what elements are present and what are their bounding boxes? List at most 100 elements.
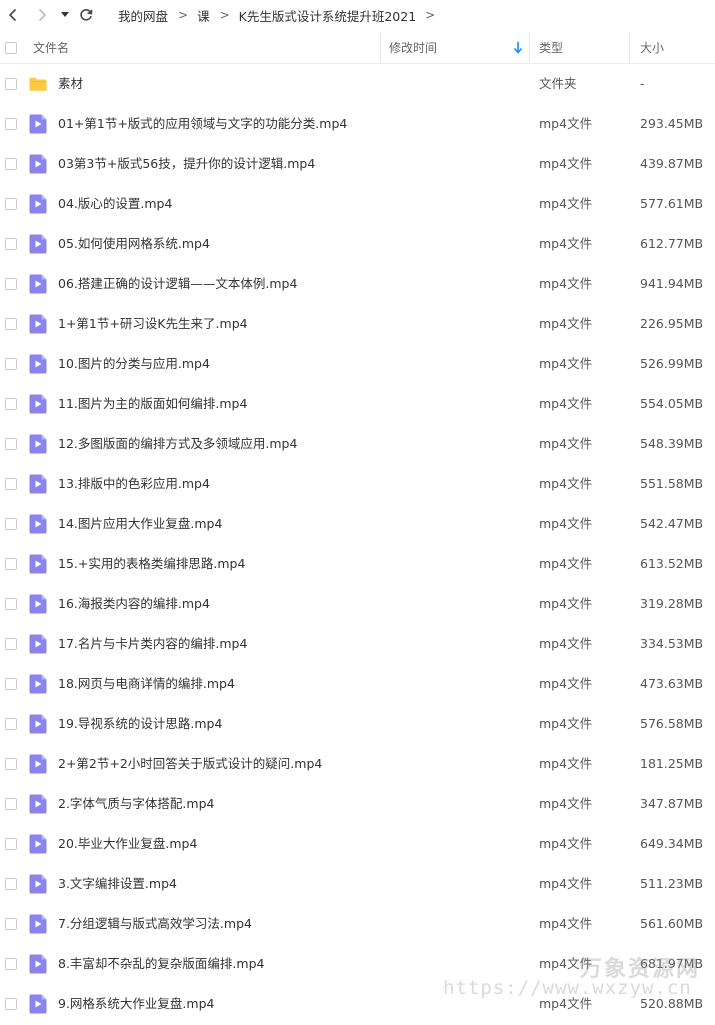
file-name[interactable]: 03第3节+版式56技，提升你的设计逻辑.mp4 bbox=[58, 144, 315, 184]
row-checkbox[interactable] bbox=[5, 198, 17, 210]
breadcrumb-item-current-folder[interactable]: K先生版式设计系统提升班2021 bbox=[239, 6, 417, 25]
row-checkbox[interactable] bbox=[5, 358, 17, 370]
file-row[interactable]: 03第3节+版式56技，提升你的设计逻辑.mp4 mp4文件 439.87MB bbox=[0, 144, 715, 184]
file-name[interactable]: 05.如何使用网格系统.mp4 bbox=[58, 224, 210, 264]
file-name[interactable]: 14.图片应用大作业复盘.mp4 bbox=[58, 504, 222, 544]
column-header-type[interactable]: 类型 bbox=[539, 33, 563, 63]
file-row[interactable]: 素材 文件夹 - bbox=[0, 64, 715, 104]
file-row[interactable]: 12.多图版面的编排方式及多领域应用.mp4 mp4文件 548.39MB bbox=[0, 424, 715, 464]
file-type: mp4文件 bbox=[539, 636, 593, 651]
file-name[interactable]: 10.图片的分类与应用.mp4 bbox=[58, 344, 210, 384]
file-row[interactable]: 2+第2节+2小时回答关于版式设计的疑问.mp4 mp4文件 181.25MB bbox=[0, 744, 715, 784]
file-row[interactable]: 06.搭建正确的设计逻辑——文本体例.mp4 mp4文件 941.94MB bbox=[0, 264, 715, 304]
row-checkbox[interactable] bbox=[5, 598, 17, 610]
file-row[interactable]: 01+第1节+版式的应用领域与文字的功能分类.mp4 mp4文件 293.45MB bbox=[0, 104, 715, 144]
column-divider[interactable] bbox=[629, 33, 630, 63]
video-file-icon bbox=[29, 474, 47, 494]
file-name[interactable]: 2.字体气质与字体搭配.mp4 bbox=[58, 784, 214, 824]
file-name[interactable]: 20.毕业大作业复盘.mp4 bbox=[58, 824, 197, 864]
column-divider[interactable] bbox=[529, 33, 530, 63]
file-row[interactable]: 17.名片与卡片类内容的编排.mp4 mp4文件 334.53MB bbox=[0, 624, 715, 664]
file-size: 577.61MB bbox=[640, 196, 704, 211]
file-row[interactable]: 3.文字编排设置.mp4 mp4文件 511.23MB bbox=[0, 864, 715, 904]
breadcrumb-expand-arrow[interactable]: > bbox=[425, 8, 435, 22]
file-name[interactable]: 06.搭建正确的设计逻辑——文本体例.mp4 bbox=[58, 264, 297, 304]
file-name[interactable]: 1+第1节+研习设K先生来了.mp4 bbox=[58, 304, 248, 344]
column-header-size[interactable]: 大小 bbox=[640, 33, 664, 63]
file-name[interactable]: 12.多图版面的编排方式及多领域应用.mp4 bbox=[58, 424, 297, 464]
file-name[interactable]: 16.海报类内容的编排.mp4 bbox=[58, 584, 210, 624]
file-row[interactable]: 14.图片应用大作业复盘.mp4 mp4文件 542.47MB bbox=[0, 504, 715, 544]
row-checkbox[interactable] bbox=[5, 838, 17, 850]
file-name[interactable]: 2+第2节+2小时回答关于版式设计的疑问.mp4 bbox=[58, 744, 322, 784]
video-file-icon bbox=[29, 994, 47, 1014]
file-type: mp4文件 bbox=[539, 996, 593, 1011]
file-name[interactable]: 9.网格系统大作业复盘.mp4 bbox=[58, 984, 214, 1024]
file-row[interactable]: 9.网格系统大作业复盘.mp4 mp4文件 520.88MB bbox=[0, 984, 715, 1024]
row-checkbox[interactable] bbox=[5, 638, 17, 650]
refresh-button[interactable] bbox=[77, 0, 95, 30]
file-size: 576.58MB bbox=[640, 716, 704, 731]
file-name[interactable]: 素材 bbox=[58, 64, 83, 104]
file-name[interactable]: 8.丰富却不杂乱的复杂版面编排.mp4 bbox=[58, 944, 264, 984]
back-button[interactable] bbox=[4, 0, 22, 30]
file-name[interactable]: 01+第1节+版式的应用领域与文字的功能分类.mp4 bbox=[58, 104, 347, 144]
file-name[interactable]: 15.+实用的表格类编排思路.mp4 bbox=[58, 544, 245, 584]
video-file-icon bbox=[29, 394, 47, 414]
file-row[interactable]: 18.网页与电商详情的编排.mp4 mp4文件 473.63MB bbox=[0, 664, 715, 704]
row-checkbox[interactable] bbox=[5, 998, 17, 1010]
row-checkbox[interactable] bbox=[5, 518, 17, 530]
sort-down-arrow-icon[interactable] bbox=[513, 41, 523, 55]
file-row[interactable]: 11.图片为主的版面如何编排.mp4 mp4文件 554.05MB bbox=[0, 384, 715, 424]
row-checkbox[interactable] bbox=[5, 478, 17, 490]
breadcrumb: 我的网盘 > 课 > K先生版式设计系统提升班2021 > bbox=[118, 0, 444, 30]
row-checkbox[interactable] bbox=[5, 878, 17, 890]
video-file-icon bbox=[29, 594, 47, 614]
file-name[interactable]: 7.分组逻辑与版式高效学习法.mp4 bbox=[58, 904, 252, 944]
video-file-icon bbox=[29, 954, 47, 974]
forward-button[interactable] bbox=[33, 0, 51, 30]
column-header-name[interactable]: 文件名 bbox=[33, 33, 69, 63]
file-row[interactable]: 2.字体气质与字体搭配.mp4 mp4文件 347.87MB bbox=[0, 784, 715, 824]
column-header-modified[interactable]: 修改时间 bbox=[389, 33, 437, 63]
file-row[interactable]: 15.+实用的表格类编排思路.mp4 mp4文件 613.52MB bbox=[0, 544, 715, 584]
column-divider[interactable] bbox=[380, 33, 381, 63]
file-row[interactable]: 10.图片的分类与应用.mp4 mp4文件 526.99MB bbox=[0, 344, 715, 384]
row-checkbox[interactable] bbox=[5, 558, 17, 570]
row-checkbox[interactable] bbox=[5, 78, 17, 90]
file-row[interactable]: 8.丰富却不杂乱的复杂版面编排.mp4 mp4文件 681.97MB bbox=[0, 944, 715, 984]
file-row[interactable]: 05.如何使用网格系统.mp4 mp4文件 612.77MB bbox=[0, 224, 715, 264]
row-checkbox[interactable] bbox=[5, 758, 17, 770]
file-row[interactable]: 1+第1节+研习设K先生来了.mp4 mp4文件 226.95MB bbox=[0, 304, 715, 344]
file-name[interactable]: 04.版心的设置.mp4 bbox=[58, 184, 172, 224]
file-row[interactable]: 16.海报类内容的编排.mp4 mp4文件 319.28MB bbox=[0, 584, 715, 624]
file-row[interactable]: 19.导视系统的设计思路.mp4 mp4文件 576.58MB bbox=[0, 704, 715, 744]
row-checkbox[interactable] bbox=[5, 398, 17, 410]
file-row[interactable]: 04.版心的设置.mp4 mp4文件 577.61MB bbox=[0, 184, 715, 224]
row-checkbox[interactable] bbox=[5, 278, 17, 290]
file-name[interactable]: 17.名片与卡片类内容的编排.mp4 bbox=[58, 624, 247, 664]
row-checkbox[interactable] bbox=[5, 798, 17, 810]
row-checkbox[interactable] bbox=[5, 118, 17, 130]
select-all-checkbox[interactable] bbox=[5, 42, 17, 54]
file-row[interactable]: 20.毕业大作业复盘.mp4 mp4文件 649.34MB bbox=[0, 824, 715, 864]
row-checkbox[interactable] bbox=[5, 958, 17, 970]
row-checkbox[interactable] bbox=[5, 158, 17, 170]
file-row[interactable]: 13.排版中的色彩应用.mp4 mp4文件 551.58MB bbox=[0, 464, 715, 504]
file-name[interactable]: 18.网页与电商详情的编排.mp4 bbox=[58, 664, 235, 704]
history-dropdown-button[interactable] bbox=[58, 0, 72, 30]
file-name[interactable]: 3.文字编排设置.mp4 bbox=[58, 864, 177, 904]
file-type: mp4文件 bbox=[539, 556, 593, 571]
file-name[interactable]: 13.排版中的色彩应用.mp4 bbox=[58, 464, 210, 504]
row-checkbox[interactable] bbox=[5, 238, 17, 250]
file-name[interactable]: 19.导视系统的设计思路.mp4 bbox=[58, 704, 222, 744]
row-checkbox[interactable] bbox=[5, 438, 17, 450]
file-name[interactable]: 11.图片为主的版面如何编排.mp4 bbox=[58, 384, 247, 424]
row-checkbox[interactable] bbox=[5, 718, 17, 730]
row-checkbox[interactable] bbox=[5, 918, 17, 930]
row-checkbox[interactable] bbox=[5, 318, 17, 330]
row-checkbox[interactable] bbox=[5, 678, 17, 690]
breadcrumb-item-course[interactable]: 课 bbox=[197, 6, 210, 25]
breadcrumb-item-my-drive[interactable]: 我的网盘 bbox=[118, 6, 168, 25]
file-row[interactable]: 7.分组逻辑与版式高效学习法.mp4 mp4文件 561.60MB bbox=[0, 904, 715, 944]
